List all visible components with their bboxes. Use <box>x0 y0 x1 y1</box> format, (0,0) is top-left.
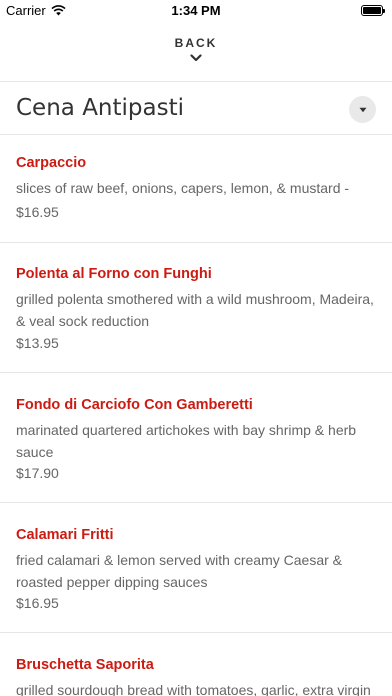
menu-item[interactable]: Polenta al Forno con Funghi grilled pole… <box>0 243 392 372</box>
battery-icon <box>361 5 385 16</box>
category-dropdown-button[interactable] <box>349 96 376 123</box>
menu-item[interactable]: Carpaccio slices of raw beef, onions, ca… <box>0 135 392 242</box>
item-name: Bruschetta Saporita <box>16 657 154 673</box>
page-title: Cena Antipasti <box>16 95 184 121</box>
divider <box>0 81 392 82</box>
item-price: $16.95 <box>16 595 59 611</box>
item-description: fried calamari & lemon served with cream… <box>16 552 343 590</box>
status-time: 1:34 PM <box>171 3 221 18</box>
item-price: $16.95 <box>16 204 59 220</box>
status-bar: Carrier 1:34 PM <box>0 0 392 22</box>
item-name: Calamari Fritti <box>16 527 114 543</box>
menu-item[interactable]: Bruschetta Saporita grilled sourdough br… <box>0 633 392 696</box>
item-name: Polenta al Forno con Funghi <box>16 266 212 282</box>
item-description: slices of raw beef, onions, capers, lemo… <box>16 180 350 196</box>
item-description: grilled sourdough bread with tomatoes, g… <box>16 682 371 696</box>
item-description: grilled polenta smothered with a wild mu… <box>16 291 374 329</box>
chevron-down-icon <box>190 54 202 62</box>
item-price: $13.95 <box>16 335 59 351</box>
caret-down-icon <box>359 107 366 112</box>
item-price: $17.90 <box>16 465 59 481</box>
item-description: marinated quartered artichokes with bay … <box>16 422 357 460</box>
menu-item[interactable]: Fondo di Carciofo Con Gamberetti marinat… <box>0 373 392 502</box>
status-right <box>361 5 385 16</box>
item-name: Carpaccio <box>16 155 87 171</box>
menu-item[interactable]: Calamari Fritti fried calamari & lemon s… <box>0 503 392 632</box>
back-button[interactable]: BACK <box>0 36 392 74</box>
item-name: Fondo di Carciofo Con Gamberetti <box>16 397 253 413</box>
back-label: BACK <box>174 36 218 50</box>
